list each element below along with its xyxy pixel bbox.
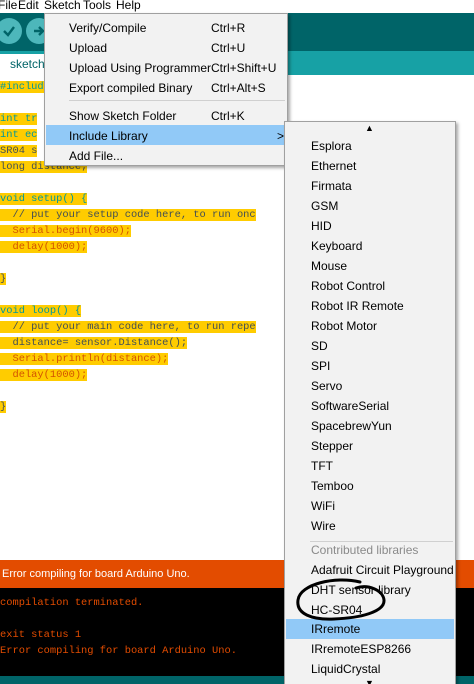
menu-item-upload[interactable]: Upload Ctrl+U [46, 37, 286, 57]
checkmark-icon [3, 26, 15, 37]
code-line: delay(1000); [0, 369, 88, 381]
library-item-irremote[interactable]: IRremote [286, 619, 454, 639]
code-line: } [0, 401, 7, 413]
library-item[interactable]: Adafruit Circuit Playground [286, 560, 454, 580]
sketch-menu: Verify/Compile Ctrl+R Upload Ctrl+U Uplo… [44, 13, 288, 166]
library-item[interactable]: DHT sensor library [286, 580, 454, 600]
menu-item-show-sketch-folder[interactable]: Show Sketch Folder Ctrl+K [46, 105, 286, 125]
include-library-submenu: ▲ Esplora Ethernet Firmata GSM HID Keybo… [284, 121, 456, 684]
library-item[interactable]: HID [286, 216, 454, 236]
menu-item-verify-compile[interactable]: Verify/Compile Ctrl+R [46, 17, 286, 37]
menu-item-export-compiled-binary[interactable]: Export compiled Binary Ctrl+Alt+S [46, 77, 286, 97]
tab-sketch-label: sketch [10, 57, 45, 71]
menu-help[interactable]: Help [116, 0, 141, 12]
code-line: } [0, 273, 7, 285]
console-line: exit status 1 [0, 629, 82, 641]
library-item[interactable]: Keyboard [286, 236, 454, 256]
error-status-text: Error compiling for board Arduino Uno. [2, 568, 190, 580]
menu-file[interactable]: File [0, 0, 17, 12]
library-item[interactable]: Firmata [286, 176, 454, 196]
scroll-down-icon[interactable]: ▼ [365, 678, 374, 684]
library-item[interactable]: WiFi [286, 496, 454, 516]
library-item[interactable]: Mouse [286, 256, 454, 276]
code-line: void loop() { [0, 305, 82, 317]
submenu-arrow-icon: > [277, 129, 285, 143]
library-item[interactable]: SPI [286, 356, 454, 376]
code-line: int ec [0, 129, 38, 141]
menu-sketch[interactable]: Sketch [44, 0, 81, 12]
library-item[interactable]: Esplora [286, 136, 454, 156]
library-item[interactable]: TFT [286, 456, 454, 476]
menu-item-include-library[interactable]: Include Library > [46, 125, 286, 145]
menu-item-upload-using-programmer[interactable]: Upload Using Programmer Ctrl+Shift+U [46, 57, 286, 77]
code-line: SR04 s [0, 145, 38, 157]
code-line: // put your setup code here, to run onc [0, 209, 256, 221]
code-line: Serial.println(distance); [0, 353, 169, 365]
tab-sketch[interactable]: sketch [0, 54, 48, 75]
contributed-libraries-header: Contributed libraries [311, 543, 419, 557]
library-item[interactable]: Robot IR Remote [286, 296, 454, 316]
library-item[interactable]: LiquidCrystal [286, 659, 454, 679]
library-item[interactable]: SoftwareSerial [286, 396, 454, 416]
library-item[interactable]: Stepper [286, 436, 454, 456]
verify-button[interactable] [0, 18, 22, 44]
code-line: int tr [0, 113, 38, 125]
code-line: Serial.begin(9600); [0, 225, 131, 237]
code-line: delay(1000); [0, 241, 88, 253]
menu-tools[interactable]: Tools [83, 0, 111, 12]
console-line: compilation terminated. [0, 597, 144, 609]
code-line: #include [0, 81, 50, 93]
library-item[interactable]: Robot Control [286, 276, 454, 296]
code-line: void setup() { [0, 193, 88, 205]
library-item[interactable]: Ethernet [286, 156, 454, 176]
console-line: Error compiling for board Arduino Uno. [0, 645, 237, 657]
menu-item-add-file[interactable]: Add File... [46, 145, 286, 165]
library-item[interactable]: Robot Motor [286, 316, 454, 336]
library-item[interactable]: SpacebrewYun [286, 416, 454, 436]
code-line: distance= sensor.Distance(); [0, 337, 188, 349]
library-item[interactable]: IRremoteESP8266 [286, 639, 454, 659]
library-item[interactable]: Temboo [286, 476, 454, 496]
library-item[interactable]: Servo [286, 376, 454, 396]
menu-separator [69, 100, 285, 101]
code-line: // put your main code here, to run repe [0, 321, 256, 333]
library-item-hc-sr04[interactable]: HC-SR04 [286, 600, 454, 620]
library-item[interactable]: SD [286, 336, 454, 356]
library-item[interactable]: GSM [286, 196, 454, 216]
menu-bar: File Edit Sketch Tools Help [0, 0, 474, 13]
scroll-up-icon[interactable]: ▲ [365, 123, 374, 133]
menu-edit[interactable]: Edit [18, 0, 39, 12]
library-item[interactable]: Wire [286, 516, 454, 536]
